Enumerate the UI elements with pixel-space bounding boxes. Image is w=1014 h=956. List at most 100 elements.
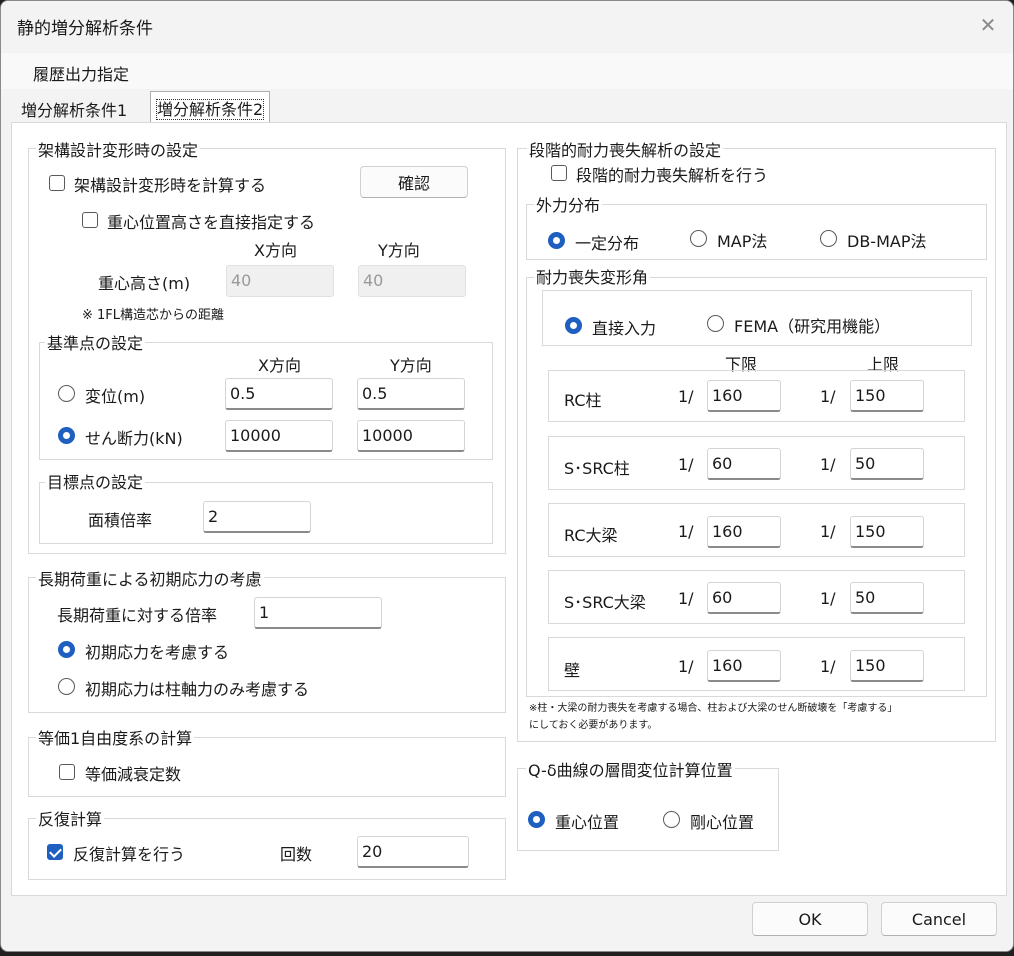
long-term-factor-label: 長期荷重に対する倍率 <box>57 606 218 625</box>
confirm-button[interactable]: 確認 <box>360 166 468 198</box>
loss-angle-title: 耐力喪失変形角 <box>534 264 651 288</box>
displacement-x-input[interactable]: 0.5 <box>225 378 333 410</box>
displacement-radio[interactable] <box>58 385 75 402</box>
db-map-method-radio[interactable] <box>820 230 837 247</box>
loss-row-upper-input[interactable]: 150 <box>850 650 924 682</box>
frame-calc-label: 架構設計変形時を計算する <box>74 176 267 195</box>
close-icon[interactable]: ✕ <box>963 1 1013 49</box>
gravity-center-label: 重心位置 <box>555 813 620 832</box>
iteration-label: 反復計算を行う <box>73 845 186 864</box>
map-method-radio[interactable] <box>690 230 707 247</box>
area-factor-label: 面積倍率 <box>88 511 153 530</box>
loss-row-upper-input[interactable]: 50 <box>850 582 924 614</box>
frame-design-title: 架構設計変形時の設定 <box>36 137 201 161</box>
loss-row-name: S･SRC柱 <box>564 459 630 478</box>
direct-height-checkbox[interactable] <box>82 212 98 228</box>
axial-only-radio[interactable] <box>58 678 75 695</box>
loss-row-upper-prefix: 1/ <box>820 589 836 608</box>
map-method-label: MAP法 <box>717 232 768 251</box>
frame-x-header: X方向 <box>254 241 297 260</box>
loss-row-name: S･SRC大梁 <box>564 593 646 612</box>
axial-only-label: 初期応力は柱軸力のみ考慮する <box>85 680 310 699</box>
loss-note-line2: にしておく必要があります。 <box>529 720 658 731</box>
loss-row-lower-input[interactable]: 160 <box>707 650 781 682</box>
base-y-header: Y方向 <box>390 356 432 375</box>
loss-row-upper-input[interactable]: 50 <box>850 448 924 480</box>
displacement-y-input[interactable]: 0.5 <box>357 378 465 410</box>
direct-height-label: 重心位置高さを直接指定する <box>107 213 316 232</box>
loss-row-lower-prefix: 1/ <box>678 589 694 608</box>
ok-button[interactable]: OK <box>752 902 868 936</box>
dialog-window: 静的増分解析条件 ✕ 履歴出力指定 増分解析条件1 増分解析条件2 架構設計変形… <box>0 0 1014 952</box>
loss-row-lower-prefix: 1/ <box>678 522 694 541</box>
frame-calc-checkbox[interactable] <box>49 175 65 191</box>
iteration-checkbox[interactable] <box>47 844 63 860</box>
initial-stress-label: 初期応力を考慮する <box>85 643 230 662</box>
uniform-distribution-label: 一定分布 <box>575 234 640 253</box>
loss-row-name: 壁 <box>564 661 581 680</box>
loss-row-lower-input[interactable]: 60 <box>707 448 781 480</box>
frame-y-header: Y方向 <box>378 241 420 260</box>
long-term-title: 長期荷重による初期応力の考慮 <box>36 566 264 590</box>
base-x-header: X方向 <box>258 356 301 375</box>
height-note: ※ 1FL構造芯からの距離 <box>82 308 225 323</box>
direct-input-radio[interactable] <box>565 317 582 334</box>
rigidity-center-label: 剛心位置 <box>690 813 755 832</box>
rigidity-center-radio[interactable] <box>663 811 680 828</box>
shear-label: せん断力(kN) <box>85 429 183 448</box>
fema-radio[interactable] <box>707 315 724 332</box>
equivalent-sdof-title: 等価1自由度系の計算 <box>36 725 195 749</box>
loss-row-lower-input[interactable]: 160 <box>707 380 781 412</box>
displacement-label: 変位(m) <box>85 387 146 406</box>
menu-history-output[interactable]: 履歴出力指定 <box>33 61 129 85</box>
iteration-title: 反復計算 <box>36 806 105 830</box>
tab-strip: 増分解析条件1 増分解析条件2 <box>1 89 1013 123</box>
fema-label: FEMA（研究用機能） <box>734 317 891 336</box>
uniform-distribution-radio[interactable] <box>548 232 565 249</box>
cancel-button[interactable]: Cancel <box>881 902 997 936</box>
direct-input-label: 直接入力 <box>592 319 657 338</box>
target-point-title: 目標点の設定 <box>45 469 146 493</box>
loss-row-upper-prefix: 1/ <box>820 455 836 474</box>
tab-page: 架構設計変形時の設定 架構設計変形時を計算する 確認 重心位置高さを直接指定する… <box>11 122 1007 896</box>
loss-row-upper-prefix: 1/ <box>820 657 836 676</box>
title-bar: 静的増分解析条件 ✕ <box>1 1 1013 51</box>
shear-y-input[interactable]: 10000 <box>357 420 465 452</box>
tab-incremental-2[interactable]: 増分解析条件2 <box>150 91 271 123</box>
tab-incremental-1[interactable]: 増分解析条件1 <box>15 93 133 121</box>
loss-row-upper-prefix: 1/ <box>820 387 836 406</box>
loss-row-upper-prefix: 1/ <box>820 522 836 541</box>
loss-row-lower-prefix: 1/ <box>678 455 694 474</box>
area-factor-input[interactable]: 2 <box>203 501 311 533</box>
menu-bar: 履歴出力指定 <box>1 53 1013 89</box>
gravity-height-y-input[interactable]: 40 <box>358 265 466 297</box>
iteration-count-input[interactable]: 20 <box>357 836 469 868</box>
staged-loss-title: 段階的耐力喪失解析の設定 <box>527 137 724 161</box>
gravity-height-x-input[interactable]: 40 <box>226 265 334 297</box>
q-delta-title: Q-δ曲線の層間変位計算位置 <box>526 757 735 781</box>
loss-row-name: RC柱 <box>564 391 602 410</box>
base-point-title: 基準点の設定 <box>45 330 146 354</box>
long-term-factor-input[interactable]: 1 <box>254 597 382 629</box>
damping-checkbox[interactable] <box>59 764 75 780</box>
staged-loss-label: 段階的耐力喪失解析を行う <box>576 166 769 185</box>
db-map-method-label: DB-MAP法 <box>847 232 927 251</box>
loss-row-lower-input[interactable]: 160 <box>707 516 781 548</box>
gravity-center-radio[interactable] <box>528 811 545 828</box>
external-force-title: 外力分布 <box>534 192 603 216</box>
initial-stress-radio[interactable] <box>58 641 75 658</box>
loss-note-line1: ※柱・大梁の耐力喪失を考慮する場合、柱および大梁のせん断破壊を「考慮する」 <box>529 703 898 714</box>
iteration-count-label: 回数 <box>280 845 313 864</box>
shear-x-input[interactable]: 10000 <box>225 420 333 452</box>
loss-row-upper-input[interactable]: 150 <box>850 516 924 548</box>
window-title: 静的増分解析条件 <box>17 19 153 39</box>
loss-row-lower-prefix: 1/ <box>678 657 694 676</box>
damping-label: 等価減衰定数 <box>85 765 182 784</box>
loss-row-name: RC大梁 <box>564 526 618 545</box>
shear-radio[interactable] <box>58 427 75 444</box>
loss-row-lower-input[interactable]: 60 <box>707 582 781 614</box>
loss-row-lower-prefix: 1/ <box>678 387 694 406</box>
tab-incremental-2-label: 増分解析条件2 <box>155 99 265 120</box>
loss-row-upper-input[interactable]: 150 <box>850 380 924 412</box>
staged-loss-checkbox[interactable] <box>551 165 567 181</box>
